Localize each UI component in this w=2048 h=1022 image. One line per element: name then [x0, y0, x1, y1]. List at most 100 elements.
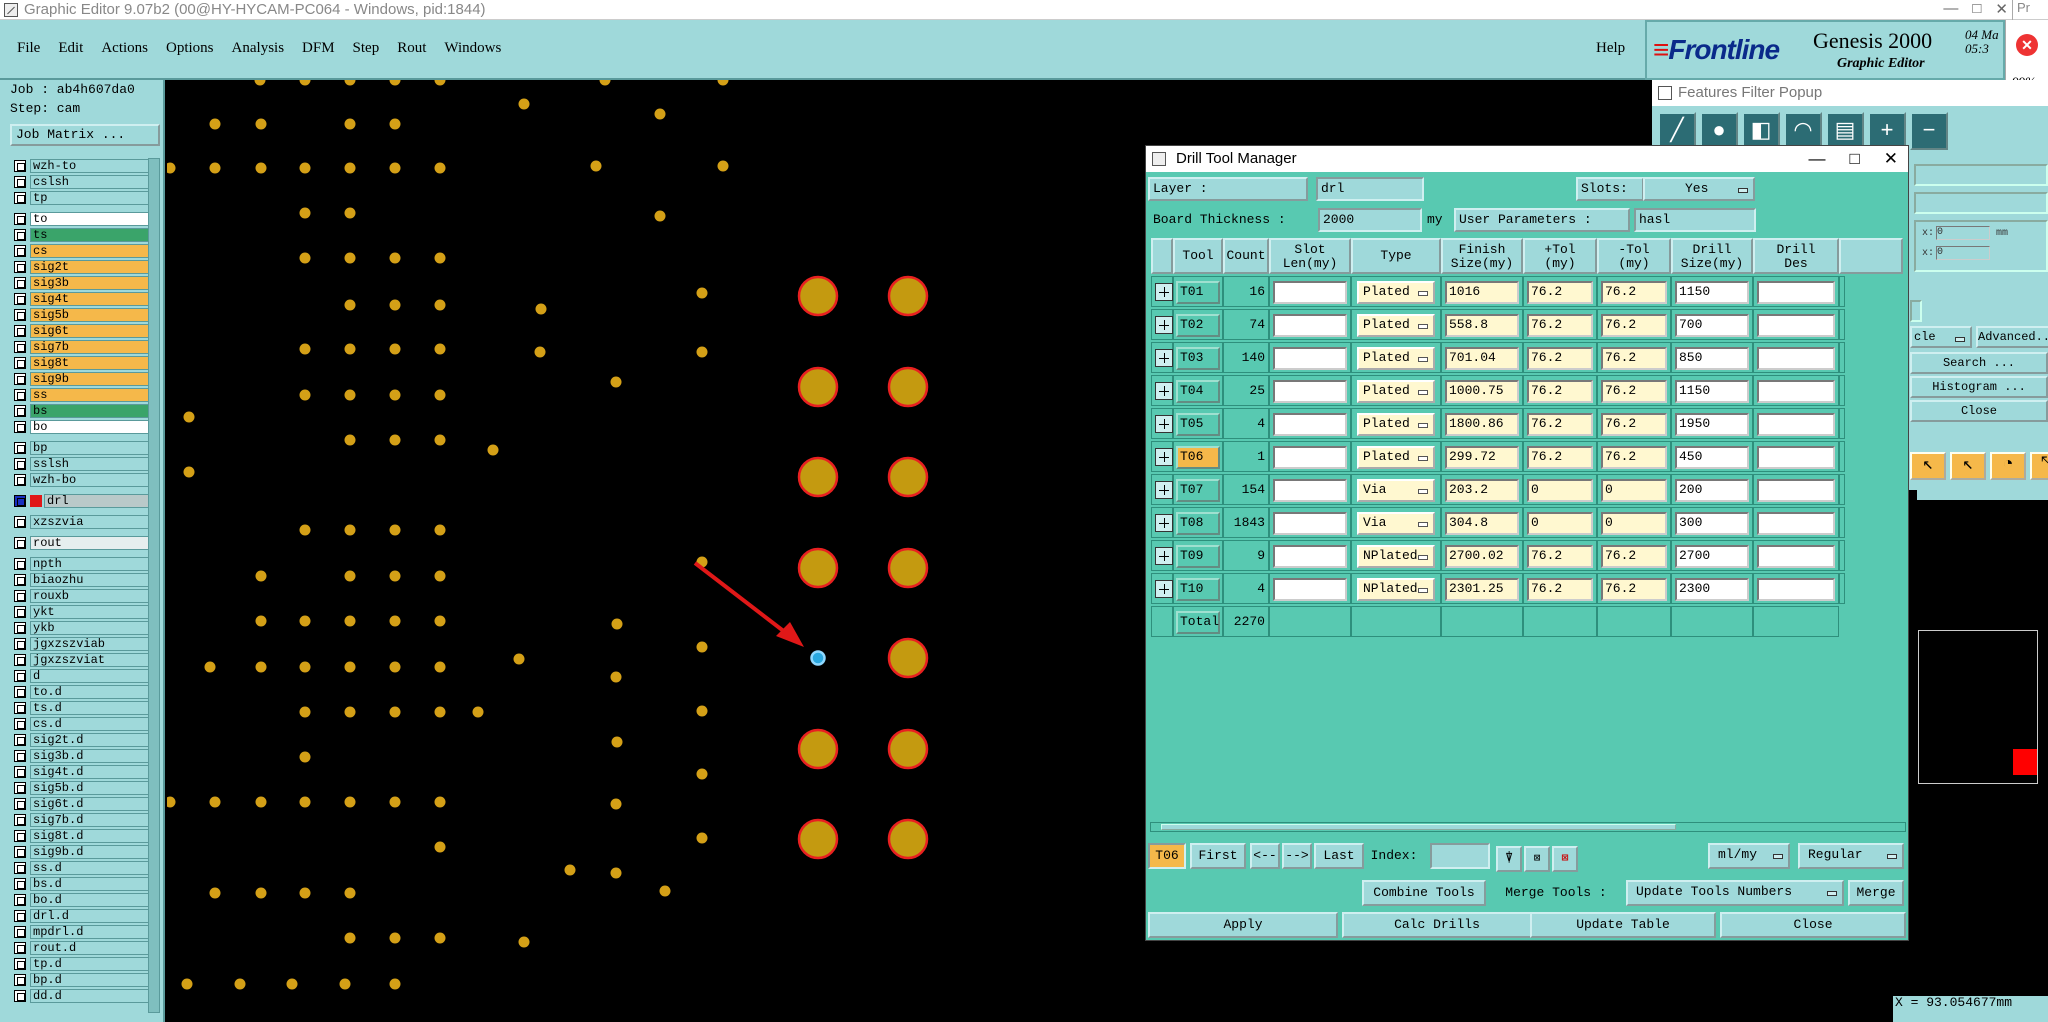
- layer-row-drl[interactable]: drl: [10, 493, 155, 509]
- via-pad[interactable]: [209, 887, 221, 899]
- layer-row-sig4t[interactable]: sig4t: [10, 291, 155, 307]
- layer-checkbox[interactable]: [14, 277, 26, 289]
- tool-button[interactable]: T08: [1176, 512, 1220, 535]
- via-pad[interactable]: [183, 411, 195, 423]
- layer-name[interactable]: sig2t: [30, 260, 155, 274]
- plated-hole-pad[interactable]: [797, 728, 839, 770]
- via-pad[interactable]: [255, 796, 267, 808]
- layer-name[interactable]: cs: [30, 244, 155, 258]
- layer-checkbox[interactable]: [14, 421, 26, 433]
- layer-name[interactable]: sig6t.d: [30, 797, 155, 811]
- layer-row-sig3b.d[interactable]: sig3b.d: [10, 748, 155, 764]
- plus-tol-input[interactable]: 76.2: [1527, 281, 1593, 304]
- layer-checkbox[interactable]: [14, 958, 26, 970]
- table-hscroll[interactable]: [1150, 822, 1906, 832]
- layer-checkbox[interactable]: [14, 830, 26, 842]
- selected-t06-pad[interactable]: [810, 650, 826, 666]
- type-dropdown[interactable]: Plated: [1357, 347, 1435, 370]
- via-pad[interactable]: [434, 162, 446, 174]
- layer-name[interactable]: drl.d: [30, 909, 155, 923]
- via-pad[interactable]: [167, 162, 176, 174]
- layer-name[interactable]: sig8t: [30, 356, 155, 370]
- calc-drills-button[interactable]: Calc Drills: [1342, 912, 1532, 938]
- via-pad[interactable]: [255, 570, 267, 582]
- via-pad[interactable]: [389, 343, 401, 355]
- plated-hole-pad[interactable]: [887, 818, 929, 860]
- layer-checkbox[interactable]: [14, 782, 26, 794]
- via-pad[interactable]: [389, 978, 401, 990]
- slot-len-input[interactable]: [1273, 380, 1347, 403]
- via-pad[interactable]: [344, 524, 356, 536]
- minimize-icon[interactable]: —: [1943, 0, 1958, 18]
- layer-row-jgxzszviab[interactable]: jgxzszviab: [10, 636, 155, 652]
- slot-len-input[interactable]: [1273, 413, 1347, 436]
- plus-tol-input[interactable]: 76.2: [1527, 446, 1593, 469]
- via-pad[interactable]: [434, 343, 446, 355]
- via-pad[interactable]: [255, 615, 267, 627]
- header-ptol[interactable]: +Tol (my): [1523, 238, 1597, 274]
- minus-tol-input[interactable]: 0: [1601, 479, 1667, 502]
- type-dropdown[interactable]: Plated: [1357, 281, 1435, 304]
- via-pad[interactable]: [611, 618, 623, 630]
- expand-plus-icon[interactable]: [1155, 448, 1173, 466]
- layer-name[interactable]: ts.d: [30, 701, 155, 715]
- thickness-input[interactable]: 2000: [1318, 208, 1422, 232]
- job-matrix-button[interactable]: Job Matrix ...: [10, 124, 160, 146]
- via-pad[interactable]: [389, 252, 401, 264]
- via-pad[interactable]: [344, 80, 356, 86]
- layer-name[interactable]: bp.d: [30, 973, 155, 987]
- tool-button[interactable]: T06: [1176, 446, 1220, 469]
- layer-row-sig6t[interactable]: sig6t: [10, 323, 155, 339]
- drill-des-input[interactable]: [1757, 314, 1835, 337]
- tool-button[interactable]: T01: [1176, 281, 1220, 304]
- filter-field-2[interactable]: [1914, 192, 2048, 214]
- via-pad[interactable]: [610, 867, 622, 879]
- layer-name[interactable]: bo: [30, 420, 155, 434]
- via-pad[interactable]: [255, 162, 267, 174]
- minus-tol-input[interactable]: 76.2: [1601, 380, 1667, 403]
- layer-row-mpdrl.d[interactable]: mpdrl.d: [10, 924, 155, 940]
- finish-size-input[interactable]: 1016: [1445, 281, 1519, 304]
- expand-plus-icon[interactable]: [1155, 382, 1173, 400]
- layer-row-rouxb[interactable]: rouxb: [10, 588, 155, 604]
- layer-name[interactable]: ss: [30, 388, 155, 402]
- via-pad[interactable]: [344, 389, 356, 401]
- plus-tol-input[interactable]: 76.2: [1527, 380, 1593, 403]
- layer-name[interactable]: sig5b.d: [30, 781, 155, 795]
- filter-field-1[interactable]: [1914, 164, 2048, 186]
- via-pad[interactable]: [518, 98, 530, 110]
- layer-checkbox[interactable]: [14, 245, 26, 257]
- via-pad[interactable]: [299, 252, 311, 264]
- layer-row-bo.d[interactable]: bo.d: [10, 892, 155, 908]
- plated-hole-pad[interactable]: [887, 637, 929, 679]
- layer-checkbox[interactable]: [14, 846, 26, 858]
- layer-row-sig2t.d[interactable]: sig2t.d: [10, 732, 155, 748]
- close-icon[interactable]: ✕: [1995, 0, 2008, 18]
- via-pad[interactable]: [590, 160, 602, 172]
- layer-row-dd.d[interactable]: dd.d: [10, 988, 155, 1004]
- dtm-minimize-icon[interactable]: —: [1808, 146, 1825, 172]
- tool-button[interactable]: T10: [1176, 578, 1220, 601]
- via-pad[interactable]: [610, 376, 622, 388]
- layer-name[interactable]: sig8t.d: [30, 829, 155, 843]
- layer-checkbox[interactable]: [14, 176, 26, 188]
- via-pad[interactable]: [344, 343, 356, 355]
- header-type[interactable]: Type: [1351, 238, 1441, 274]
- via-pad[interactable]: [344, 252, 356, 264]
- via-pad[interactable]: [389, 389, 401, 401]
- layer-name[interactable]: sig3b: [30, 276, 155, 290]
- layer-list-scrollbar[interactable]: [148, 158, 160, 1013]
- layer-row-bs[interactable]: bs: [10, 403, 155, 419]
- type-dropdown[interactable]: Plated: [1357, 380, 1435, 403]
- drill-size-input[interactable]: 2700: [1675, 545, 1749, 568]
- layer-checkbox[interactable]: [14, 670, 26, 682]
- via-pad[interactable]: [299, 80, 311, 86]
- layer-name[interactable]: d: [30, 669, 155, 683]
- slot-len-input[interactable]: [1273, 347, 1347, 370]
- minus-tol-input[interactable]: 76.2: [1601, 281, 1667, 304]
- combine-tools-button[interactable]: Combine Tools: [1362, 880, 1486, 906]
- via-pad[interactable]: [434, 570, 446, 582]
- tool-button[interactable]: T02: [1176, 314, 1220, 337]
- via-pad[interactable]: [610, 671, 622, 683]
- via-pad[interactable]: [167, 796, 176, 808]
